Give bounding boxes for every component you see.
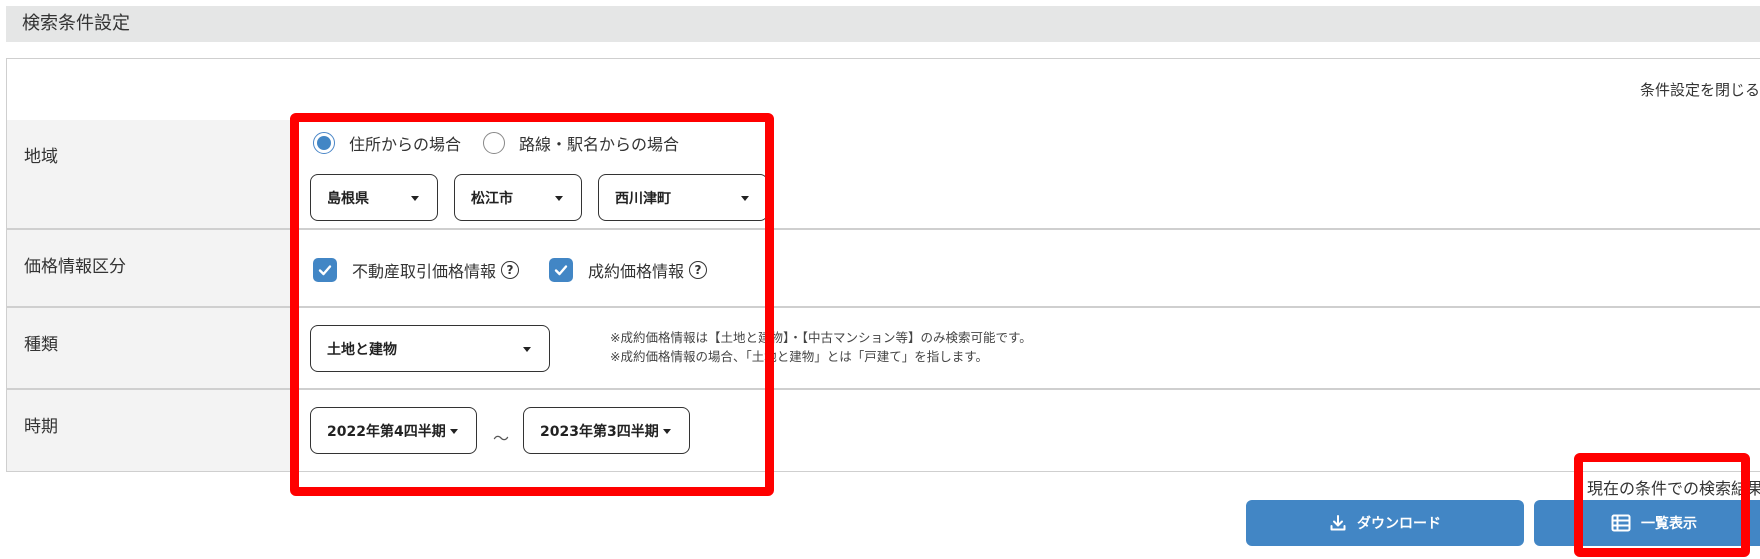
section-title: 検索条件設定	[22, 13, 130, 34]
checkbox-transaction-price[interactable]	[313, 258, 337, 282]
type-note: ※成約価格情報の場合、「土地と建物」とは「戸建て」を指します。	[610, 349, 988, 364]
period-row: 時期 2022年第4四半期 ～ 2023年第3四半期	[7, 390, 1760, 472]
type-label: 種類	[7, 308, 293, 388]
period-from-value: 2022年第4四半期	[327, 423, 446, 440]
type-row: 種類 土地と建物 ※成約価格情報は【土地と建物】・【中古マンション等】のみ検索可…	[7, 308, 1760, 390]
question-circle-icon[interactable]: ?	[501, 261, 520, 279]
price-category-checks: 不動産取引価格情報 ? 成約価格情報 ?	[313, 258, 737, 282]
checkmark-icon	[554, 265, 568, 276]
search-conditions-panel: 条件設定を閉じる 地域 住所からの場合 路線・駅名からの場合 島根県 松江市 西…	[6, 58, 1760, 472]
checkbox-contract-price[interactable]	[549, 258, 574, 282]
download-icon	[1330, 515, 1346, 531]
chevron-down-icon	[523, 346, 531, 352]
close-conditions-link[interactable]: 条件設定を閉じる	[1640, 79, 1760, 100]
type-select[interactable]: 土地と建物	[310, 325, 550, 372]
period-from-select[interactable]: 2022年第4四半期	[310, 407, 477, 454]
type-note: ※成約価格情報は【土地と建物】・【中古マンション等】のみ検索可能です。	[610, 330, 1032, 345]
region-radio-group: 住所からの場合 路線・駅名からの場合	[313, 131, 701, 155]
prefecture-value: 島根県	[327, 190, 369, 207]
download-label: ダウンロード	[1357, 516, 1441, 532]
radio-address[interactable]	[313, 132, 335, 154]
chevron-down-icon	[450, 428, 458, 434]
result-count-text: 現在の条件での検索結果	[1587, 479, 1760, 498]
period-separator: ～	[493, 429, 510, 448]
type-value: 土地と建物	[327, 341, 397, 358]
list-view-button[interactable]: 一覧表示	[1534, 500, 1760, 546]
transaction-price-label[interactable]: 不動産取引価格情報	[352, 258, 496, 282]
city-value: 松江市	[471, 190, 513, 207]
price-category-label: 価格情報区分	[7, 230, 293, 306]
chevron-down-icon	[663, 428, 671, 434]
region-label: 地域	[7, 120, 293, 228]
region-row: 地域 住所からの場合 路線・駅名からの場合 島根県 松江市 西川津町	[7, 120, 1760, 230]
radio-station[interactable]	[483, 132, 506, 154]
radio-station-label[interactable]: 路線・駅名からの場合	[519, 131, 679, 155]
chevron-down-icon	[555, 195, 563, 201]
period-to-value: 2023年第3四半期	[540, 423, 659, 440]
list-view-label: 一覧表示	[1641, 516, 1697, 532]
chevron-down-icon	[741, 195, 749, 201]
download-button[interactable]: ダウンロード	[1246, 500, 1524, 546]
section-header: 検索条件設定	[6, 6, 1760, 42]
prefecture-select[interactable]: 島根県	[310, 174, 438, 221]
list-table-icon	[1611, 514, 1631, 532]
price-category-row: 価格情報区分 不動産取引価格情報 ? 成約価格情報 ?	[7, 230, 1760, 308]
type-notes: ※成約価格情報は【土地と建物】・【中古マンション等】のみ検索可能です。 ※成約価…	[610, 328, 1032, 366]
checkmark-icon	[318, 265, 332, 276]
chevron-down-icon	[411, 195, 419, 201]
contract-price-label[interactable]: 成約価格情報	[588, 258, 684, 282]
district-value: 西川津町	[615, 190, 671, 207]
city-select[interactable]: 松江市	[454, 174, 582, 221]
toggle-row: 条件設定を閉じる	[7, 59, 1760, 122]
radio-address-label[interactable]: 住所からの場合	[349, 131, 461, 155]
period-label: 時期	[7, 390, 293, 471]
question-circle-icon[interactable]: ?	[689, 261, 708, 279]
period-to-select[interactable]: 2023年第3四半期	[523, 407, 690, 454]
district-select[interactable]: 西川津町	[598, 174, 768, 221]
